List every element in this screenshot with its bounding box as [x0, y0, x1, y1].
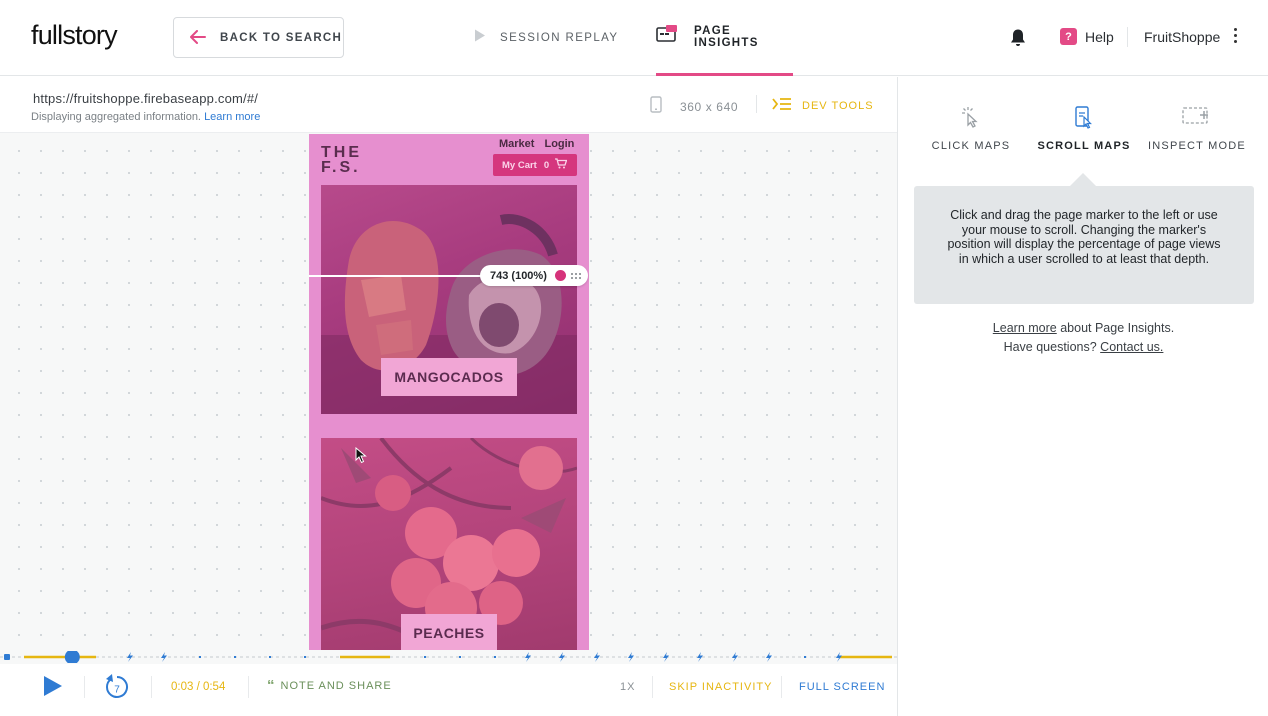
- peaches-label: PEACHES: [401, 614, 497, 650]
- site-nav-market: Market: [499, 138, 535, 150]
- url-bar: https://fruitshoppe.firebaseapp.com/#/ D…: [0, 77, 897, 133]
- inspect-mode-label: INSPECT MODE: [1148, 140, 1246, 152]
- click-maps-label: CLICK MAPS: [931, 140, 1011, 152]
- skip-inactivity-toggle[interactable]: SKIP INACTIVITY: [669, 681, 772, 693]
- tab-page-insights[interactable]: PAGE INSIGHTS: [656, 0, 793, 76]
- scroll-maps-icon: [1029, 105, 1139, 133]
- replay-timeline[interactable]: [0, 649, 897, 665]
- scroll-depth-marker[interactable]: 743 (100%): [480, 265, 588, 286]
- contact-us-link[interactable]: Contact us.: [1100, 340, 1163, 354]
- learn-more-link[interactable]: Learn more: [993, 321, 1057, 335]
- questions-line: Have questions? Contact us.: [898, 338, 1268, 357]
- learn-more-section: Learn more about Page Insights. Have que…: [898, 319, 1268, 357]
- play-icon[interactable]: [43, 675, 63, 702]
- aggregated-info: Displaying aggregated information. Learn…: [31, 111, 260, 123]
- more-options-icon[interactable]: [1230, 28, 1240, 48]
- device-size[interactable]: 360 x 640: [650, 96, 738, 118]
- device-dimensions: 360 x 640: [680, 100, 739, 114]
- tab-session-replay[interactable]: SESSION REPLAY: [474, 0, 618, 76]
- cart-icon: [555, 158, 568, 172]
- header-divider: [1127, 27, 1128, 47]
- learn-more-line: Learn more about Page Insights.: [898, 319, 1268, 338]
- controls-divider: [84, 676, 85, 698]
- peaches-tile: PEACHES: [321, 438, 577, 650]
- site-cart-label: My Cart: [502, 159, 537, 171]
- mobile-device-icon: [650, 96, 662, 118]
- help-label: Help: [1085, 28, 1114, 45]
- quote-icon: “: [267, 677, 275, 694]
- arrow-left-icon: [190, 29, 206, 47]
- site-cart-button: My Cart 0: [493, 154, 577, 176]
- play-triangle-icon: [474, 29, 486, 47]
- org-name[interactable]: FruitShoppe: [1144, 29, 1220, 45]
- scroll-maps-label: SCROLL MAPS: [1037, 140, 1131, 152]
- note-and-share-label: NOTE AND SHARE: [280, 680, 392, 692]
- drag-handle-icon[interactable]: [570, 267, 582, 285]
- full-screen-button[interactable]: FULL SCREEN: [799, 681, 885, 693]
- help-question-icon: ?: [1060, 28, 1077, 45]
- insights-main: https://fruitshoppe.firebaseapp.com/#/ D…: [0, 77, 897, 716]
- scroll-maps-tooltip: Click and drag the page marker to the le…: [914, 186, 1254, 304]
- controls-divider: [151, 676, 152, 698]
- learn-more-text: about Page Insights.: [1056, 321, 1175, 335]
- page-url: https://fruitshoppe.firebaseapp.com/#/: [33, 91, 259, 106]
- click-maps-icon: [916, 105, 1026, 133]
- rewind-seconds: 7: [114, 685, 120, 696]
- tooltip-arrow: [1070, 173, 1096, 186]
- tab-page-insights-label: PAGE INSIGHTS: [694, 24, 759, 49]
- page-insights-icon: [656, 25, 678, 48]
- timeline-playhead[interactable]: [64, 649, 80, 665]
- click-maps-mode[interactable]: CLICK MAPS: [916, 105, 1026, 152]
- site-brand: THE F.S.: [321, 144, 362, 176]
- site-cart-count: 0: [543, 159, 550, 171]
- playback-time: 0:03 / 0:54: [171, 681, 226, 693]
- toolbar-divider: [756, 95, 757, 113]
- scroll-maps-mode[interactable]: SCROLL MAPS: [1029, 105, 1139, 152]
- scroll-depth-line: [309, 275, 489, 277]
- site-nav: Market Login: [499, 138, 584, 150]
- rewind-icon[interactable]: 7: [103, 673, 131, 706]
- dev-tools-label: DEV TOOLS: [802, 100, 874, 112]
- site-nav-login: Login: [544, 138, 575, 150]
- fullstory-logo[interactable]: fullstory: [31, 20, 118, 51]
- scroll-marker-dot: [554, 270, 566, 281]
- inspect-mode[interactable]: INSPECT MODE: [1142, 105, 1252, 152]
- page-preview-canvas[interactable]: THE F.S. Market Login My Cart 0 MANGOCAD…: [0, 134, 897, 650]
- note-and-share-button[interactable]: “ NOTE AND SHARE: [267, 677, 392, 694]
- aggregated-learn-more-link[interactable]: Learn more: [204, 111, 260, 123]
- playback-speed[interactable]: 1X: [620, 681, 635, 693]
- mobile-page-preview: THE F.S. Market Login My Cart 0 MANGOCAD…: [309, 134, 589, 650]
- questions-text: Have questions?: [1003, 340, 1101, 354]
- mangocados-label: MANGOCADOS: [381, 358, 517, 396]
- dev-tools-button[interactable]: DEV TOOLS: [772, 97, 874, 115]
- player-controls: 7 0:03 / 0:54 “ NOTE AND SHARE 1X SKIP I…: [0, 664, 897, 716]
- controls-divider: [781, 676, 782, 698]
- back-to-search-label: BACK TO SEARCH: [220, 31, 343, 44]
- help-button[interactable]: ? Help: [1060, 28, 1114, 45]
- insights-side-panel: CLICK MAPS SCROLL MAPS INSPECT MODE Clic…: [897, 77, 1268, 716]
- aggregated-info-text: Displaying aggregated information.: [31, 111, 201, 123]
- mangocados-tile: MANGOCADOS: [321, 185, 577, 414]
- controls-divider: [652, 676, 653, 698]
- inspect-mode-icon: [1142, 105, 1252, 133]
- back-to-search-button[interactable]: BACK TO SEARCH: [173, 17, 344, 58]
- notifications-bell-icon[interactable]: [1009, 28, 1027, 53]
- dev-tools-icon: [772, 97, 792, 115]
- replay-cursor-icon: [355, 446, 367, 469]
- site-brand-line1: THE: [321, 144, 362, 161]
- site-brand-line2: F.S.: [321, 159, 361, 176]
- tab-session-replay-label: SESSION REPLAY: [500, 32, 619, 44]
- top-bar: fullstory BACK TO SEARCH SESSION REPLAY …: [0, 0, 1268, 76]
- scroll-depth-value: 743 (100%): [490, 269, 547, 282]
- controls-divider: [248, 676, 249, 698]
